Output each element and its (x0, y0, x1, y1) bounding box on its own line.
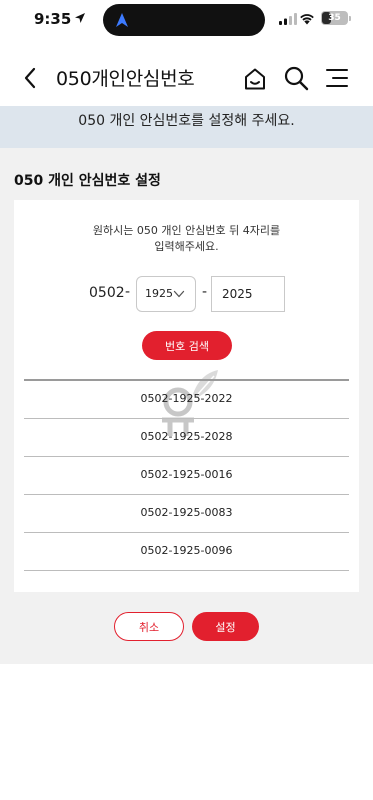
settings-card: 원하시는 050 개인 안심번호 뒤 4자리를 입력해주세요. 0502 - 1… (14, 200, 359, 592)
page-title: 050개인안심번호 (56, 68, 195, 90)
result-item[interactable]: 0502-1925-0016 (24, 457, 349, 495)
status-bar: 9:35 35 (0, 0, 373, 40)
app-header: 050개인안심번호 (0, 52, 373, 104)
result-item[interactable]: 0502-1925-0096 (24, 533, 349, 571)
menu-icon[interactable] (324, 67, 350, 89)
instruction-text: 원하시는 050 개인 안심번호 뒤 4자리를 입력해주세요. (14, 223, 359, 255)
set-button[interactable]: 설정 (192, 612, 259, 641)
wifi-icon (300, 14, 314, 25)
result-item[interactable]: 0502-1925-2028 (24, 419, 349, 457)
search-icon[interactable] (283, 65, 309, 91)
home-icon[interactable] (242, 66, 268, 92)
dynamic-island (103, 4, 265, 36)
main-content: 050 개인 안심번호 설정 원하시는 050 개인 안심번호 뒤 4자리를 입… (0, 148, 373, 664)
section-title: 050 개인 안심번호 설정 (14, 173, 161, 189)
number-prefix: 0502 (89, 285, 125, 301)
status-time: 9:35 (34, 10, 72, 28)
last-four-digits-input[interactable] (211, 276, 285, 312)
instruction-line-1: 원하시는 050 개인 안심번호 뒤 4자리를 (92, 224, 281, 237)
info-banner: 050 개인 안심번호를 설정해 주세요. (0, 106, 373, 148)
middle-number-value: 1925 (145, 287, 173, 300)
result-item[interactable]: 0502-1925-0083 (24, 495, 349, 533)
number-results-list: 0502-1925-2022 0502-1925-2028 0502-1925-… (24, 381, 349, 571)
chevron-down-icon (173, 290, 185, 298)
number-input-row: 0502 - 1925 - (14, 276, 359, 314)
instruction-line-2: 입력해주세요. (154, 240, 219, 253)
middle-number-select[interactable]: 1925 (136, 276, 196, 312)
banner-text: 050 개인 안심번호를 설정해 주세요. (78, 113, 295, 129)
middle-dash: - (202, 284, 208, 300)
location-arrow-icon (75, 13, 85, 23)
cancel-button[interactable]: 취소 (114, 612, 184, 641)
navigation-arrow-icon (116, 13, 128, 27)
result-item[interactable]: 0502-1925-2022 (24, 381, 349, 419)
number-search-button[interactable]: 번호 검색 (142, 331, 232, 360)
battery-icon: 35 (321, 11, 348, 25)
back-icon[interactable] (22, 66, 38, 90)
prefix-dash: - (125, 284, 131, 300)
battery-cap (349, 16, 351, 21)
cellular-signal-icon (279, 13, 297, 25)
battery-percent: 35 (328, 13, 341, 23)
